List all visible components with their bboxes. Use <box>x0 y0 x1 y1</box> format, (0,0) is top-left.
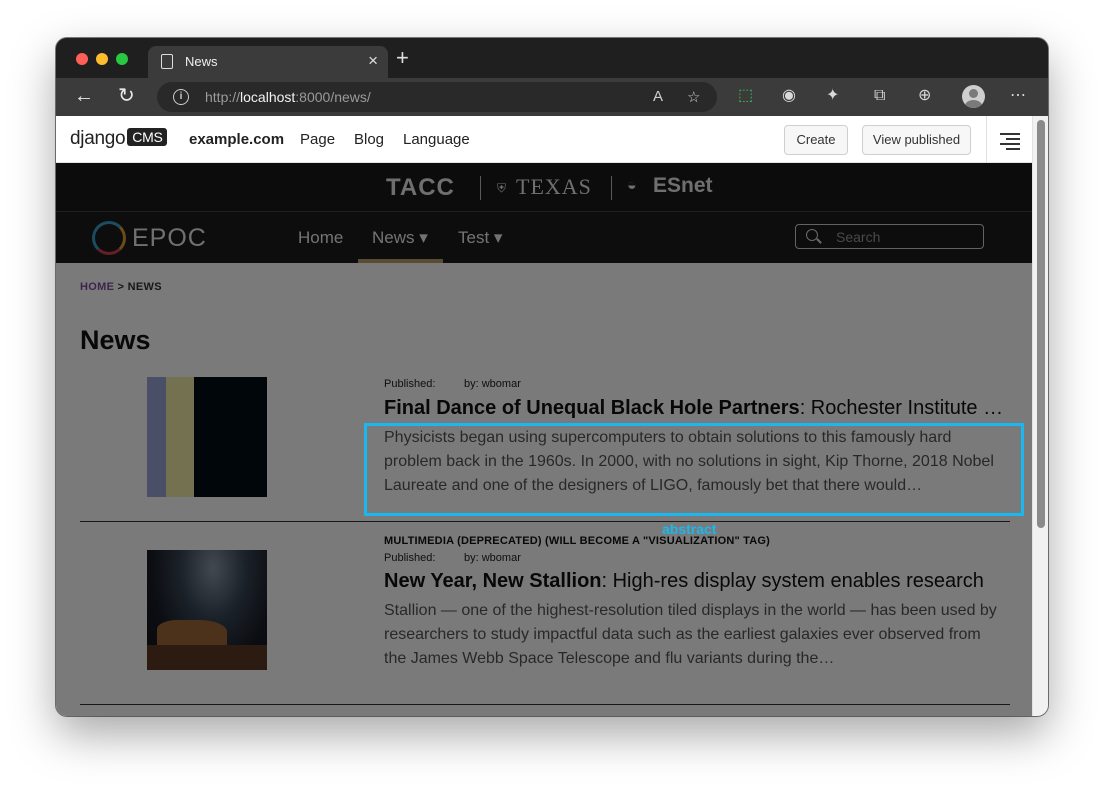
page-viewport: django CMS example.com Page Blog Language… <box>56 116 1048 716</box>
zoom-window-button[interactable] <box>116 53 128 65</box>
menu-icon <box>1000 133 1020 135</box>
url-text[interactable]: http://localhost:8000/news/ <box>205 89 371 105</box>
article-meta: Published: by: wbomar <box>384 552 521 564</box>
author-link[interactable]: by: wbomar <box>464 552 521 564</box>
article-item: Published: by: wbomar Final Dance of Uneq… <box>80 370 1010 510</box>
nav-home[interactable]: Home <box>298 228 343 248</box>
cms-menu-language[interactable]: Language <box>403 131 470 148</box>
article-abstract: Physicists began using supercomputers to… <box>384 429 994 494</box>
breadcrumb-current: NEWS <box>127 281 162 293</box>
django-cms-logo[interactable]: django CMS <box>70 128 168 150</box>
read-aloud-icon[interactable]: A <box>653 88 663 105</box>
tab-close-icon[interactable]: × <box>368 51 378 71</box>
create-button[interactable]: Create <box>784 125 848 155</box>
breadcrumb: HOME > NEWS <box>80 281 162 293</box>
esnet-globe-icon: ◒ <box>627 177 637 194</box>
minimize-window-button[interactable] <box>96 53 108 65</box>
search-input[interactable]: Search <box>795 224 984 249</box>
epoc-brand[interactable]: EPOC <box>132 224 207 253</box>
author-link[interactable]: by: wbomar <box>464 378 521 390</box>
favorite-icon[interactable]: ☆ <box>687 88 700 106</box>
article-divider <box>80 521 1010 522</box>
cms-menu-page[interactable]: Page <box>300 131 335 148</box>
partner-bar: TACC ⛨ TEXAS ◒ ESnet <box>56 163 1032 212</box>
puzzle-icon[interactable]: ✦ <box>826 87 839 105</box>
new-tab-button[interactable]: + <box>396 46 409 70</box>
epoc-logo-icon[interactable] <box>92 221 126 255</box>
esnet-logo[interactable]: ESnet <box>653 174 713 198</box>
scrollbar[interactable] <box>1032 116 1048 716</box>
published-label: Published: <box>384 552 436 564</box>
ut-shield-icon: ⛨ <box>497 181 507 195</box>
scrollbar-thumb[interactable] <box>1037 120 1045 528</box>
tab-title: News <box>185 54 218 69</box>
reload-icon[interactable]: ↻ <box>118 85 135 107</box>
screenshot-icon[interactable]: ⬚ <box>738 87 753 105</box>
nav-test[interactable]: Test ▾ <box>458 228 502 248</box>
nav-news[interactable]: News ▾ <box>372 228 428 248</box>
article-title-link[interactable]: New Year, New Stallion: High-res display… <box>384 570 1004 593</box>
breadcrumb-home-link[interactable]: HOME <box>80 281 114 293</box>
browser-toolbar: ← ↻ i http://localhost:8000/news/ A ☆ ⬚ … <box>56 78 1048 116</box>
article-item: MULTIMEDIA (DEPRECATED) (WILL BECOME A "… <box>80 535 1010 693</box>
view-published-button[interactable]: View published <box>862 125 971 155</box>
info-icon[interactable]: i <box>173 89 189 105</box>
more-icon[interactable]: ⋯ <box>1010 87 1026 105</box>
main-content: HOME > NEWS News Published: by: wbomar Fi… <box>56 263 1032 716</box>
article-divider <box>80 704 1010 705</box>
cms-site-link[interactable]: example.com <box>189 131 284 148</box>
cms-sideframe-toggle[interactable] <box>986 116 1032 163</box>
search-placeholder: Search <box>836 229 881 245</box>
browser-window: News × + ← ↻ i http://localhost:8000/new… <box>56 38 1048 716</box>
back-icon[interactable]: ← <box>74 85 94 107</box>
address-bar[interactable]: i http://localhost:8000/news/ A ☆ <box>157 82 717 112</box>
collections-icon[interactable]: ⧉ <box>874 87 885 105</box>
published-label: Published: <box>384 378 436 390</box>
highlight-label: abstract <box>662 521 717 537</box>
tacc-logo[interactable]: TACC <box>386 174 455 202</box>
shield-icon[interactable]: ⊕ <box>918 87 931 105</box>
cms-toolbar: django CMS example.com Page Blog Language… <box>56 116 1032 163</box>
extension-icon[interactable]: ◉ <box>782 87 796 105</box>
article-meta: Published: by: wbomar <box>384 378 521 390</box>
article-thumbnail[interactable] <box>147 377 267 497</box>
site-navigation: EPOC Home News ▾ Test ▾ Search <box>56 212 1032 263</box>
search-icon <box>806 229 818 241</box>
cms-menu-blog[interactable]: Blog <box>354 131 384 148</box>
article-thumbnail[interactable] <box>147 550 267 670</box>
tab-strip: News × + <box>56 38 1048 78</box>
close-window-button[interactable] <box>76 53 88 65</box>
texas-logo[interactable]: TEXAS <box>516 174 592 200</box>
page-icon <box>161 54 173 69</box>
article-abstract: Stallion — one of the highest-resolution… <box>384 602 997 667</box>
profile-icon[interactable] <box>962 85 985 108</box>
page-title: News <box>80 325 151 355</box>
article-title-link[interactable]: Final Dance of Unequal Black Hole Partne… <box>384 397 1004 420</box>
tab-news[interactable]: News × <box>148 46 388 78</box>
